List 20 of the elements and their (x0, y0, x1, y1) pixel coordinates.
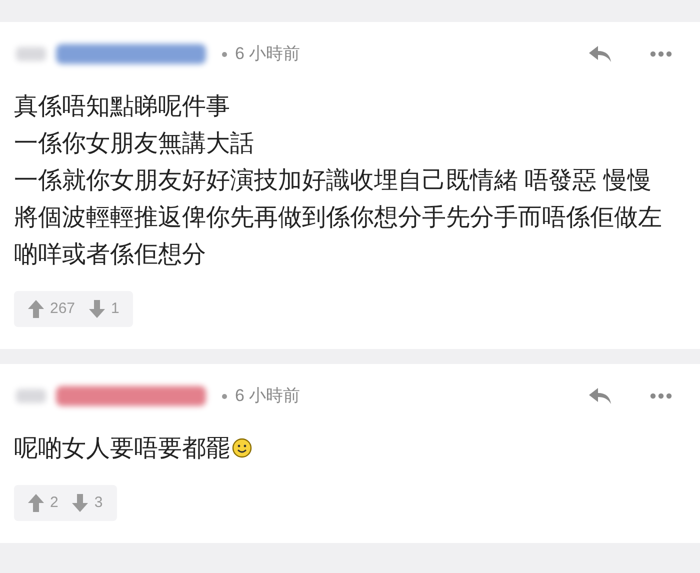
up-arrow-icon (28, 494, 44, 512)
downvote-button[interactable]: 1 (89, 298, 120, 320)
post-time: 6 小時前 (235, 385, 300, 408)
more-icon[interactable] (650, 51, 672, 57)
downvote-button[interactable]: 3 (72, 492, 103, 514)
comment-text: 一係你女朋友無講大話 (14, 130, 254, 157)
upvote-button[interactable]: 2 (28, 492, 58, 514)
down-arrow-icon (72, 494, 88, 512)
separator-dot-icon (222, 52, 227, 56)
comment-text: 呢啲女人要唔要都罷 (14, 435, 230, 462)
more-icon[interactable] (650, 393, 672, 399)
reply-icon[interactable] (588, 44, 612, 64)
down-arrow-icon (89, 300, 106, 318)
post-time: 6 小時前 (235, 43, 300, 66)
comment-text: 真係唔知點睇呢件事 (14, 93, 230, 120)
upvote-button[interactable]: 267 (28, 298, 76, 320)
separator-dot-icon (222, 394, 227, 398)
up-arrow-icon (28, 300, 44, 318)
reply-icon[interactable] (588, 386, 612, 406)
comment-text: 一係就你女朋友好好演技加好識收埋自己既情緒 唔發惡 慢慢將個波輕輕推返俾你先再做到係你想分手先分手而唔係佢做左啲咩或者係佢想分 (14, 167, 662, 268)
